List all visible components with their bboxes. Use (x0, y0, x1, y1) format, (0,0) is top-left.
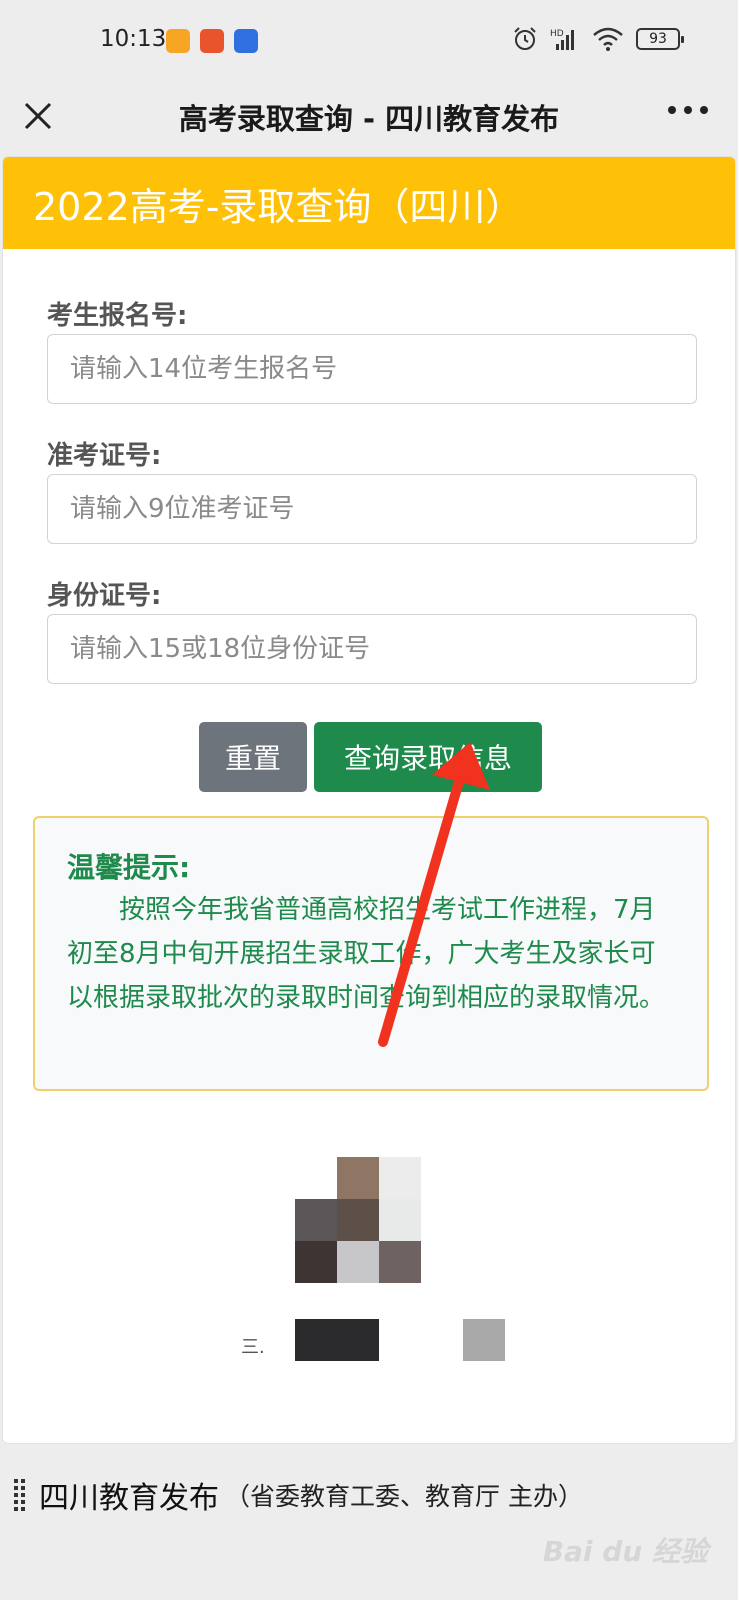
status-time: 10:13 (100, 26, 167, 52)
card-header: 2022高考-录取查询（四川） (3, 157, 735, 249)
account-footer[interactable]: 四川教育发布 （省委教育工委、教育厅 主办） (0, 1450, 738, 1540)
registration-number-label: 考生报名号: (47, 301, 188, 331)
alarm-icon (514, 27, 536, 50)
close-icon[interactable] (20, 98, 56, 134)
drag-handle-icon (14, 1479, 25, 1511)
notice-title: 温馨提示: (67, 851, 191, 884)
admission-ticket-input[interactable] (47, 474, 697, 544)
battery-icon: 93 (636, 28, 684, 50)
qr-caption-blurred: 三. (241, 1319, 511, 1363)
app-icon-blue (234, 29, 258, 53)
qr-code (295, 1157, 421, 1283)
registration-number-input[interactable] (47, 334, 697, 404)
baidu-watermark-logo: Bai du 经验 (542, 1535, 708, 1568)
id-number-label: 身份证号: (47, 581, 162, 611)
app-icon-yellow (166, 29, 190, 53)
more-icon[interactable] (668, 106, 708, 114)
card-title: 2022高考-录取查询（四川） (33, 184, 524, 229)
signal-icon: HD (550, 29, 574, 50)
wifi-icon (593, 27, 623, 51)
account-name: 四川教育发布 (39, 1481, 219, 1516)
admission-ticket-label: 准考证号: (47, 441, 162, 471)
notice-body: 按照今年我省普通高校招生考试工作进程，7月初至8月中旬开展招生录取工作，广大考生… (67, 895, 666, 1013)
nav-bar: 高考录取查询 - 四川教育发布 (0, 88, 738, 156)
query-card: 2022高考-录取查询（四川） 考生报名号: 准考证号: 身份证号: 重置 查询… (2, 156, 736, 1444)
status-icons: HD 93 (512, 26, 684, 52)
id-number-input[interactable] (47, 614, 697, 684)
battery-level: 93 (649, 31, 667, 47)
reset-button[interactable]: 重置 (199, 722, 307, 792)
notice-box: 温馨提示: 按照今年我省普通高校招生考试工作进程，7月初至8月中旬开展招生录取工… (33, 816, 709, 1091)
svg-text:HD: HD (550, 29, 564, 39)
account-subtitle: （省委教育工委、教育厅 主办） (225, 1482, 583, 1511)
page-title: 高考录取查询 - 四川教育发布 (178, 102, 560, 136)
query-admission-button[interactable]: 查询录取信息 (314, 722, 542, 792)
app-icon-red (200, 29, 224, 53)
status-bar: 10:13 HD 93 (0, 0, 738, 88)
